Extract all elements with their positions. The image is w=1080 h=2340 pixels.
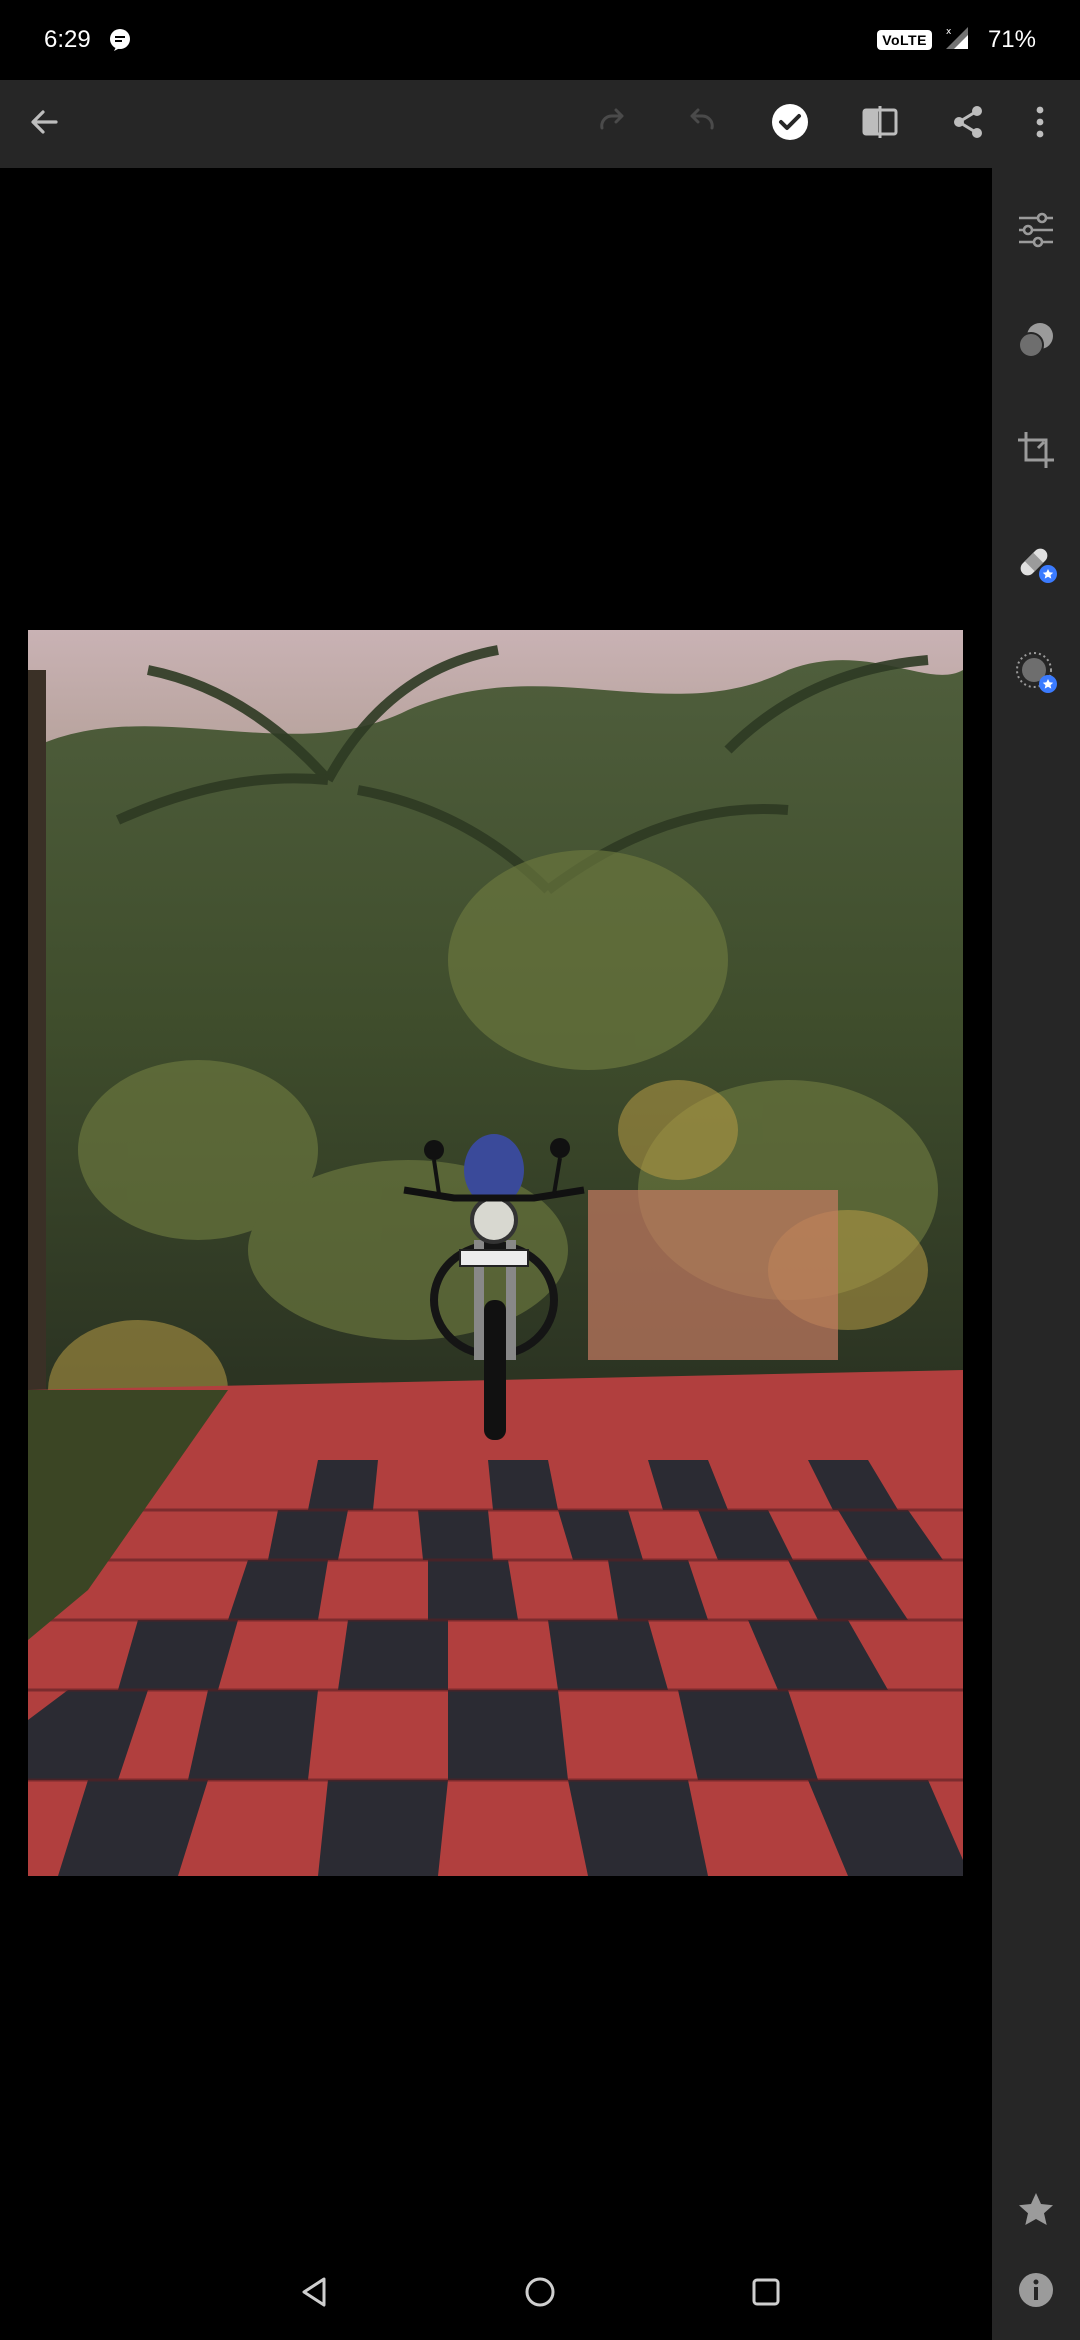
arrow-left-icon [26, 104, 62, 145]
info-icon [1017, 2271, 1055, 2314]
done-button[interactable] [746, 80, 834, 168]
side-tool-panel [992, 168, 1080, 2340]
more-button[interactable] [1000, 80, 1080, 168]
share-button[interactable] [924, 80, 1012, 168]
nav-home-icon [523, 2275, 557, 2314]
nav-recents-icon [749, 2275, 783, 2314]
volte-badge: VoLTE [877, 30, 932, 50]
undo-icon [684, 104, 720, 145]
photo-editor-screen: 6:29 VoLTE x 71% [0, 0, 1080, 2340]
status-bar: 6:29 VoLTE x 71% [0, 0, 1080, 80]
healing-button[interactable] [992, 518, 1080, 606]
nav-recents-button[interactable] [720, 2248, 812, 2340]
photo-illustration [28, 630, 963, 1876]
presets-button[interactable] [992, 298, 1080, 386]
edit-adjustments-button[interactable] [992, 188, 1080, 276]
compare-icon [861, 103, 899, 146]
sliders-icon [1016, 210, 1056, 255]
message-notification-icon [107, 27, 133, 53]
selective-icon [1014, 650, 1058, 694]
crop-button[interactable] [992, 408, 1080, 496]
selective-edit-button[interactable] [992, 628, 1080, 716]
status-time: 6:29 [44, 26, 91, 53]
back-button[interactable] [0, 80, 88, 168]
crop-icon [1016, 430, 1056, 475]
system-nav-bar [0, 2248, 992, 2340]
photo-canvas[interactable] [0, 168, 992, 2248]
editor-toolbar [0, 80, 1080, 168]
compare-button[interactable] [836, 80, 924, 168]
healing-icon [1014, 540, 1058, 584]
status-indicators: VoLTE x 71% [877, 25, 1036, 56]
more-vert-icon [1035, 104, 1045, 145]
info-button[interactable] [992, 2248, 1080, 2336]
star-icon [1016, 2190, 1056, 2235]
signal-icon: x [944, 25, 970, 56]
nav-home-button[interactable] [494, 2248, 586, 2340]
redo-button[interactable] [568, 80, 656, 168]
edited-photo[interactable] [28, 630, 963, 1876]
nav-back-icon [297, 2275, 331, 2314]
check-circle-icon [771, 103, 809, 146]
presets-icon [1016, 320, 1056, 365]
share-icon [950, 104, 986, 145]
undo-button[interactable] [658, 80, 746, 168]
svg-text:x: x [946, 27, 952, 37]
redo-icon [594, 104, 630, 145]
rate-button[interactable] [992, 2168, 1080, 2256]
nav-back-button[interactable] [268, 2248, 360, 2340]
battery-percent: 71% [987, 26, 1036, 53]
